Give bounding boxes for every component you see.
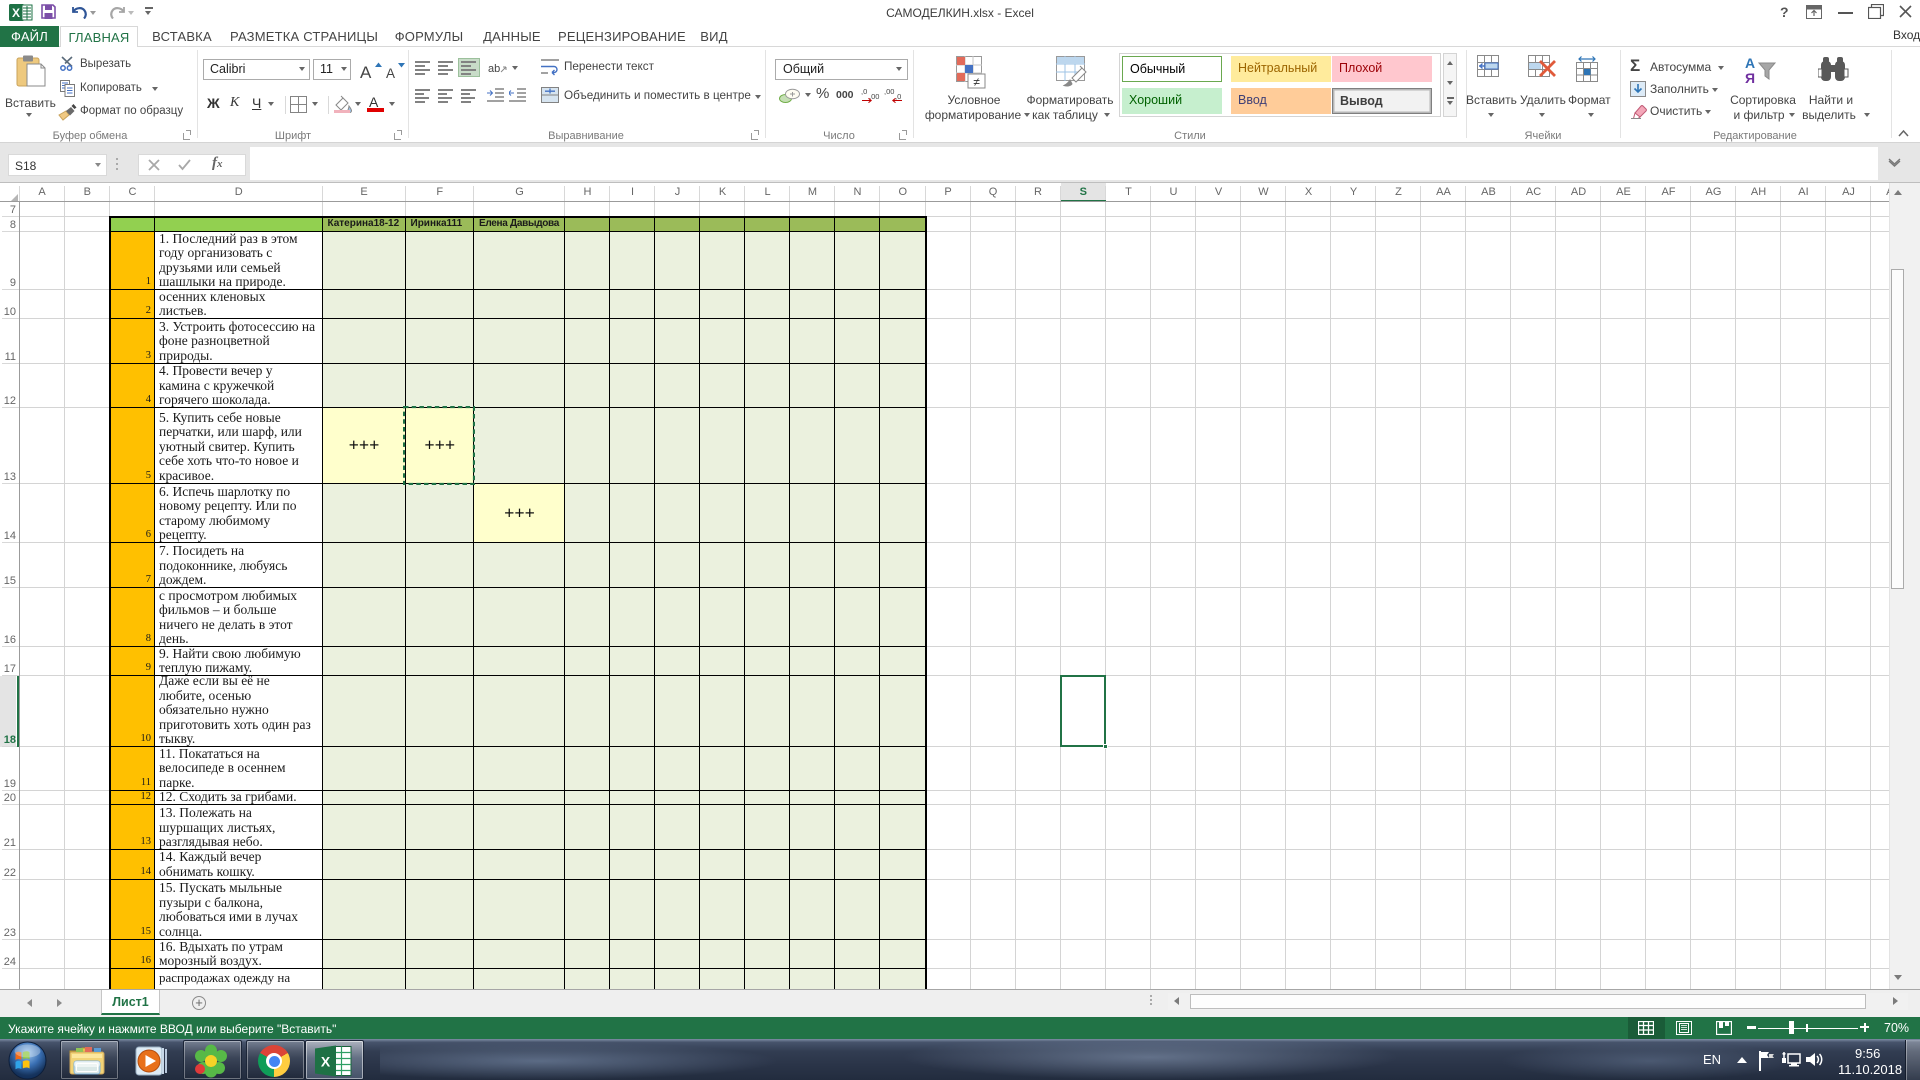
svg-text:X: X [321, 1054, 331, 1070]
svg-text:,00: ,00 [884, 87, 894, 96]
svg-text:А: А [386, 66, 395, 80]
svg-text:А: А [360, 63, 372, 80]
svg-text:Я: Я [1745, 70, 1755, 86]
svg-text:X: X [12, 6, 20, 20]
svg-text:А: А [1745, 55, 1755, 71]
svg-text:,0: ,0 [895, 92, 901, 101]
svg-text:ab: ab [488, 63, 500, 75]
svg-text:,0: ,0 [861, 87, 867, 96]
svg-text:≠: ≠ [973, 75, 980, 89]
